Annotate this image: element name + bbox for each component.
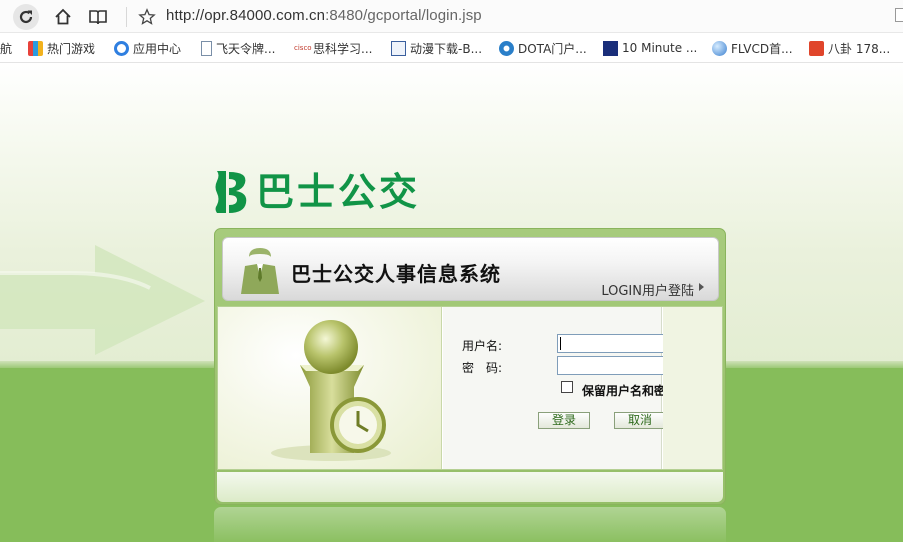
login-tag: LOGIN用户登陆 xyxy=(601,284,694,299)
bookmark-item[interactable]: 航 xyxy=(0,39,12,57)
side-pane xyxy=(663,307,722,469)
bookmark-item[interactable]: 10 Minute ... xyxy=(603,39,697,57)
user-clock-icon xyxy=(271,320,391,461)
arrow-decoration xyxy=(0,245,205,355)
bookmark-item[interactable]: FLVCD首... xyxy=(712,39,793,57)
bookmark-label: 思科学习... xyxy=(313,41,373,56)
bookmark-label: 航 xyxy=(0,41,13,56)
bookmark-label: 飞天令牌... xyxy=(216,41,276,56)
star-icon[interactable] xyxy=(134,4,160,30)
login-button[interactable]: 登录 xyxy=(538,412,590,429)
brand-logo: 巴士公交 xyxy=(214,169,420,215)
text-caret xyxy=(560,337,561,350)
page-icon xyxy=(201,40,212,56)
toolbar-divider xyxy=(126,7,127,27)
bookmark-label: 热门游戏 xyxy=(47,41,96,56)
bookmark-label: FLVCD首... xyxy=(731,41,793,56)
person-icon xyxy=(241,248,279,294)
page-menu-icon[interactable] xyxy=(895,8,903,22)
brand-name: 巴士公交 xyxy=(256,170,421,214)
panel-body: 用户名: 密 码: 保留用户名和密码 登录 取消 xyxy=(217,306,723,470)
bookmark-label: DOTA门户... xyxy=(518,41,587,56)
bus-logo-icon xyxy=(215,171,247,213)
bookmark-item[interactable]: 热门游戏 xyxy=(28,39,95,57)
home-icon[interactable] xyxy=(50,4,76,30)
address-bar[interactable]: http://opr.84000.com.cn:8480/gcportal/lo… xyxy=(166,7,482,24)
reader-icon[interactable] xyxy=(85,4,111,30)
username-label: 用户名: xyxy=(462,339,503,353)
bookmark-item[interactable]: 应用中心 xyxy=(114,39,181,57)
login-panel: 巴士公交人事信息系统 LOGIN用户登陆 用户名: 密 码: 保留用户名和密码 … xyxy=(214,228,726,505)
bookmark-item[interactable]: 动漫下载-B... xyxy=(391,39,482,57)
title-reflection xyxy=(293,276,493,296)
login-page: 巴士公交 巴士公交人事信息系统 LOGIN用户登陆 用户名: 密 码: 保留用户… xyxy=(0,63,903,542)
globe-icon xyxy=(712,40,727,56)
tenminute-icon xyxy=(603,40,618,56)
bagua-icon xyxy=(809,40,824,56)
bookmark-item[interactable]: 八卦 178... xyxy=(809,39,890,57)
games-icon xyxy=(28,40,43,56)
app-center-icon xyxy=(114,40,129,56)
password-label: 密 码: xyxy=(462,361,503,375)
form-pane: 用户名: 密 码: 保留用户名和密码 登录 取消 xyxy=(443,307,690,469)
url-main: http://opr.84000.com.cn xyxy=(166,7,326,24)
illustration-pane xyxy=(218,307,442,469)
bookmark-item[interactable]: 飞天令牌... xyxy=(201,39,275,57)
browser-toolbar: http://opr.84000.com.cn:8480/gcportal/lo… xyxy=(0,0,903,33)
reload-icon[interactable] xyxy=(13,4,39,30)
bookmark-item[interactable]: DOTA门户... xyxy=(499,39,587,57)
bookmarks-bar: 航 热门游戏 应用中心 飞天令牌... cisco 思科学习... 动漫下载-B… xyxy=(0,33,903,63)
dota-icon xyxy=(499,40,514,56)
panel-header: 巴士公交人事信息系统 LOGIN用户登陆 xyxy=(222,237,719,301)
cisco-icon: cisco xyxy=(294,43,312,52)
bookmark-label: 动漫下载-B... xyxy=(410,41,483,56)
panel-footer xyxy=(217,472,723,502)
bookmark-label: 八卦 178... xyxy=(828,41,891,56)
bookmark-label: 10 Minute ... xyxy=(622,41,698,55)
anime-icon xyxy=(391,40,406,56)
remember-checkbox[interactable] xyxy=(561,381,573,393)
panel-reflection xyxy=(214,507,726,542)
arrow-right-icon xyxy=(699,283,704,291)
cancel-button[interactable]: 取消 xyxy=(614,412,666,429)
bookmark-item[interactable]: cisco 思科学习... xyxy=(294,39,372,57)
bookmark-label: 应用中心 xyxy=(133,41,182,56)
url-rest: :8480/gcportal/login.jsp xyxy=(325,7,482,24)
